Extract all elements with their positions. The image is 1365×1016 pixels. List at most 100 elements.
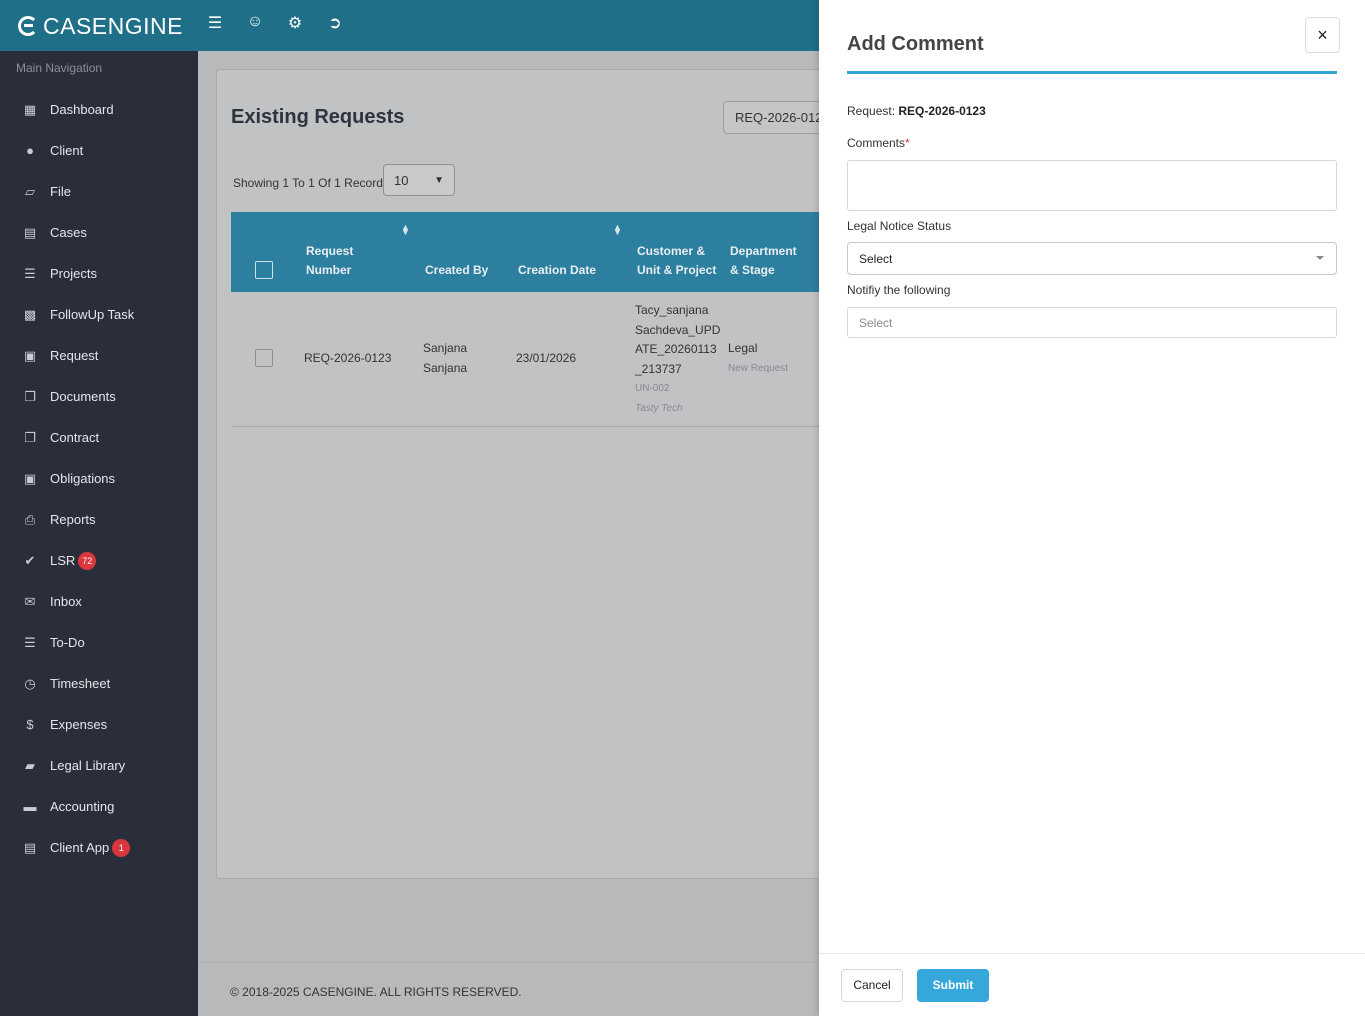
notify-select[interactable]: Select (847, 307, 1337, 338)
request-value: REQ-2026-0123 (898, 104, 986, 118)
cell-text: _213737 (635, 361, 682, 376)
cell-stage: New Request (728, 362, 789, 374)
close-button[interactable]: × (1305, 17, 1340, 53)
logout-icon[interactable]: ➲ (326, 13, 344, 33)
logo-icon (18, 16, 38, 36)
puzzle-icon: ▩ (23, 306, 37, 322)
column-label: Department (730, 244, 797, 258)
sidebar-item-label: Timesheet (50, 676, 111, 691)
column-created-by[interactable]: Created By (425, 261, 488, 280)
column-creation-date[interactable]: Creation Date (518, 261, 596, 280)
request-label: Request: (847, 104, 896, 118)
settings-icon[interactable]: ⚙ (286, 13, 304, 33)
sidebar-item-request[interactable]: ▣ Request (0, 335, 198, 376)
lsr-count-badge: 72 (78, 551, 97, 570)
cell-unit: UN-002 (635, 383, 670, 394)
folder-icon: ▱ (25, 183, 35, 199)
sidebar-item-expenses[interactable]: $ Expenses (0, 704, 198, 745)
select-all-checkbox[interactable] (255, 261, 273, 279)
sidebar-item-documents[interactable]: ❐ Documents (0, 376, 198, 417)
print-icon: ⎙ (24, 511, 36, 527)
brand-name: CASENGINE (43, 12, 183, 39)
user-icon[interactable]: ☺ (246, 13, 264, 33)
cell-project: Tasty Tech (635, 402, 683, 414)
submit-button[interactable]: Submit (917, 969, 989, 1002)
nav-heading: Main Navigation (16, 61, 103, 75)
sidebar-item-accounting[interactable]: ▬ Accounting (0, 786, 198, 827)
comments-textarea[interactable] (847, 160, 1337, 211)
sidebar: Main Navigation ▦ Dashboard ● Client ▱ File… (0, 51, 198, 1016)
column-label: Unit & Project (637, 263, 717, 277)
sidebar-item-cases[interactable]: ▤ Cases (0, 212, 198, 253)
calendar-icon: ▣ (23, 470, 37, 486)
sidebar-item-label: File (50, 184, 71, 199)
request-search-input[interactable]: REQ-2026-0123 (723, 101, 833, 134)
cell-created-by: Sanjana Sanjana (423, 339, 467, 378)
person-icon: ● (26, 143, 34, 158)
sidebar-item-client-app[interactable]: ▤ Client App 1 (0, 827, 198, 868)
sidebar-item-label: Dashboard (50, 102, 114, 117)
sidebar-item-reports[interactable]: ⎙ Reports (0, 499, 198, 540)
title-divider (847, 71, 1337, 74)
sidebar-item-to-do[interactable]: ☰ To-Do (0, 622, 198, 663)
request-reference: Request: REQ-2026-0123 (847, 104, 986, 118)
cell-customer: Tacy_sanjana Sachdeva_UPD ATE_20260113 _… (635, 301, 720, 418)
sort-icon[interactable]: ▲ ▼ (613, 223, 622, 237)
copyright-text: © 2018-2025 CASENGINE. ALL RIGHTS RESERV… (230, 985, 522, 999)
column-customer[interactable]: Customer & Unit & Project (637, 242, 716, 280)
row-checkbox[interactable] (255, 349, 273, 367)
book-icon: ▰ (25, 757, 35, 773)
sidebar-item-label: Obligations (50, 471, 116, 486)
sidebar-item-legal-library[interactable]: ▰ Legal Library (0, 745, 198, 786)
sidebar-item-file[interactable]: ▱ File (0, 171, 198, 212)
cell-text: Sanjana (423, 341, 468, 355)
legal-notice-status-select[interactable]: Select (847, 242, 1337, 275)
legal-notice-status-label: Legal Notice Status (847, 219, 952, 233)
credit-card-icon: ▬ (23, 799, 37, 814)
notify-placeholder: Select (859, 316, 893, 330)
list-icon: ☰ (24, 265, 36, 281)
add-comment-drawer: Add Comment × Request: REQ-2026-0123 Com… (819, 0, 1365, 1016)
list-icon: ☰ (24, 634, 36, 650)
sidebar-item-contract[interactable]: ❐ Contract (0, 417, 198, 458)
copy-icon: ❐ (24, 388, 36, 404)
sidebar-item-inbox[interactable]: ✉ Inbox (0, 581, 198, 622)
sidebar-item-label: Contract (50, 430, 100, 445)
sidebar-item-label: Legal Library (50, 758, 126, 773)
sidebar-item-obligations[interactable]: ▣ Obligations (0, 458, 198, 499)
column-request-number[interactable]: Request Number (306, 242, 353, 280)
records-count: Showing 1 To 1 Of 1 Records (233, 176, 389, 190)
sidebar-item-lsr[interactable]: ✔ LSR 72 (0, 540, 198, 581)
sidebar-item-projects[interactable]: ☰ Projects (0, 253, 198, 294)
page-size-select[interactable]: 10 ▼ (383, 164, 455, 196)
sidebar-item-label: Accounting (50, 799, 115, 814)
sidebar-item-followup-task[interactable]: ▩ FollowUp Task (0, 294, 198, 335)
app-logo[interactable]: CASENGINE (18, 12, 183, 40)
sidebar-item-label: Inbox (50, 594, 82, 609)
sidebar-item-label: Expenses (50, 717, 108, 732)
cancel-button[interactable]: Cancel (841, 969, 903, 1002)
clock-icon: ◷ (24, 675, 36, 691)
sidebar-item-label: Client App (50, 840, 110, 855)
table-row[interactable]: REQ-2026-0123 Sanjana Sanjana 23/01/2026… (231, 292, 835, 427)
document-icon: ▤ (23, 224, 37, 240)
sort-icon[interactable]: ▲ ▼ (401, 223, 410, 237)
dollar-icon: $ (26, 717, 34, 732)
dashboard-icon: ▦ (23, 101, 37, 117)
cell-text: ATE_20260113 (635, 342, 717, 356)
column-department[interactable]: Department & Stage (730, 242, 797, 280)
drawer-footer: Cancel Submit (819, 953, 1365, 1016)
table-header: ▲ ▼ ▲ ▼ Request Number Created By Creation… (231, 212, 835, 292)
menu-icon[interactable]: ☰ (206, 13, 224, 33)
id-card-icon: ▤ (23, 839, 37, 855)
column-label: Number (306, 263, 352, 277)
header-toolbar: ☰ ☺ ⚙ ➲ (206, 13, 344, 33)
sidebar-item-timesheet[interactable]: ◷ Timesheet (0, 663, 198, 704)
sidebar-item-client[interactable]: ● Client (0, 130, 198, 171)
sidebar-item-dashboard[interactable]: ▦ Dashboard (0, 89, 198, 130)
sidebar-item-label: Request (50, 348, 99, 363)
sidebar-item-label: Documents (50, 389, 116, 404)
cell-request-number[interactable]: REQ-2026-0123 (304, 349, 391, 369)
cell-department: Legal New Request (728, 339, 788, 378)
requests-card: Existing Requests REQ-2026-0123 Showing … (216, 69, 916, 879)
